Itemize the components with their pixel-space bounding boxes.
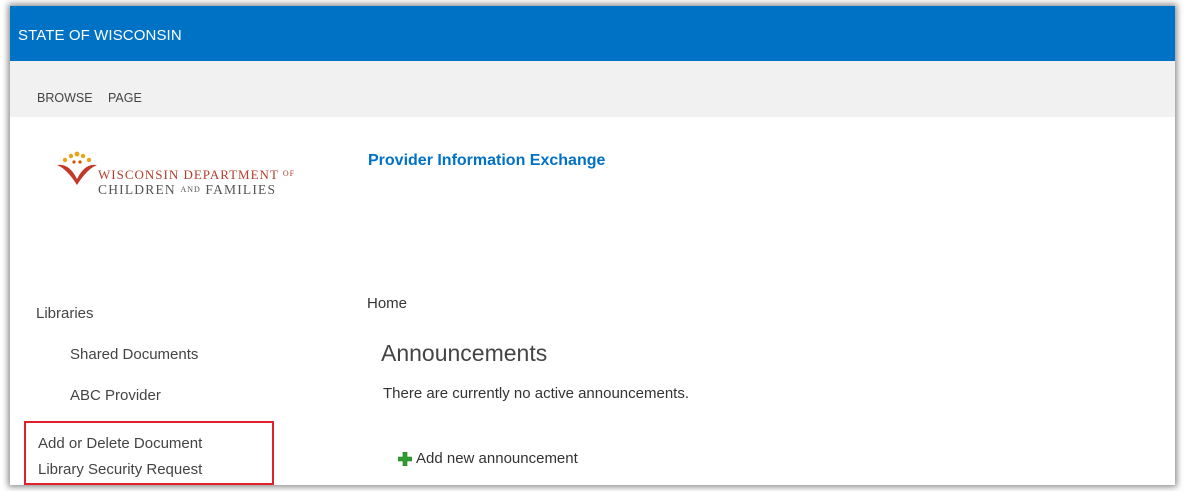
announcements-empty-message: There are currently no active announceme… [383, 385, 689, 402]
quick-launch-item-abc-provider[interactable]: ABC Provider [70, 387, 161, 404]
logo-text-of: OF [282, 169, 296, 178]
logo-text-children: CHILDREN [98, 182, 176, 197]
tab-page[interactable]: PAGE [108, 91, 142, 105]
browser-frame: STATE OF WISCONSIN BROWSE PAGE WISCONSIN… [10, 6, 1175, 485]
logo-text-department: WISCONSIN DEPARTMENT [98, 167, 279, 182]
logo-line-1: WISCONSIN DEPARTMENT OF [98, 167, 295, 183]
tab-browse[interactable]: BROWSE [37, 91, 93, 105]
security-request-line-2: Library Security Request [38, 461, 203, 478]
add-new-announcement-label: Add new announcement [416, 450, 578, 467]
logo-text-and: AND [180, 185, 201, 194]
dcf-logo[interactable]: WISCONSIN DEPARTMENT OF CHILDREN AND FAM… [55, 151, 345, 201]
announcements-title[interactable]: Announcements [381, 340, 547, 367]
logo-text-families: FAMILIES [205, 182, 277, 197]
quick-launch-item-security-request[interactable]: Add or Delete Document Library Security … [38, 431, 202, 483]
ribbon-tabs: BROWSE PAGE [10, 61, 1175, 117]
logo-line-2: CHILDREN AND FAMILIES [98, 182, 276, 198]
security-request-line-1: Add or Delete Document [38, 435, 203, 452]
suite-bar-title[interactable]: STATE OF WISCONSIN [18, 27, 182, 44]
highlight-box: Add or Delete Document Library Security … [24, 421, 274, 485]
site-title[interactable]: Provider Information Exchange [368, 152, 605, 170]
quick-launch-item-shared-documents[interactable]: Shared Documents [70, 346, 198, 363]
logo-emblem-icon [57, 151, 97, 185]
breadcrumb[interactable]: Home [367, 295, 407, 312]
quick-launch-heading-libraries[interactable]: Libraries [36, 305, 94, 322]
suite-bar: STATE OF WISCONSIN [10, 6, 1175, 61]
plus-icon [398, 452, 412, 466]
